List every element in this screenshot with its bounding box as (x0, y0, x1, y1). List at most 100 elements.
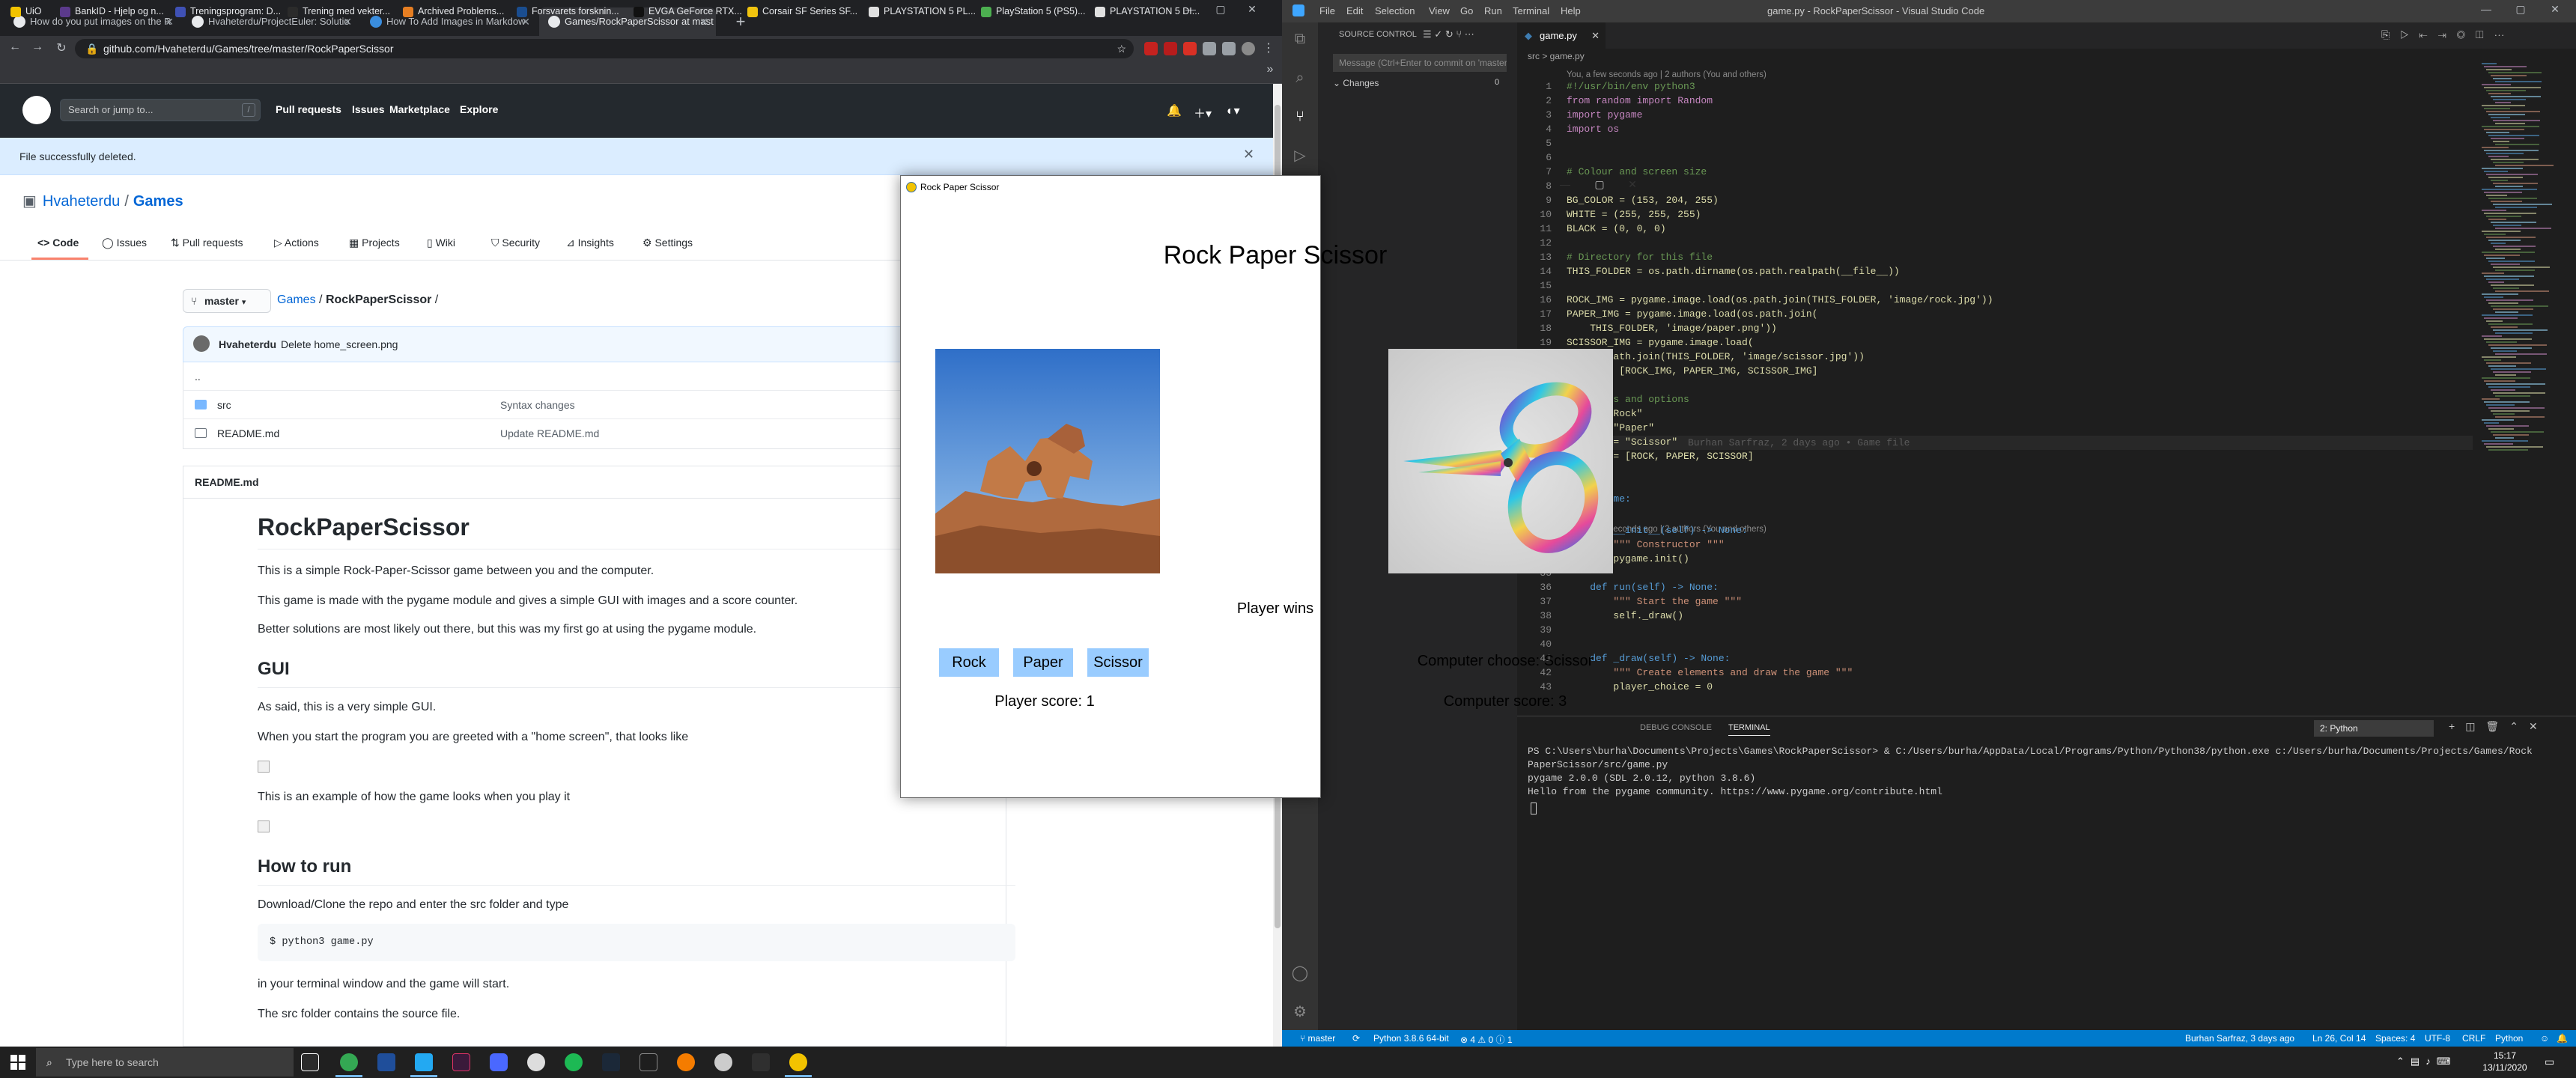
close-window-icon[interactable]: ✕ (1237, 3, 1267, 16)
minimize-icon[interactable]: — (1550, 178, 1580, 190)
menu-terminal[interactable]: Terminal (1513, 5, 1549, 16)
bookmark-item[interactable]: Treningsprogram: D... (175, 6, 281, 17)
spotify-taskbar-icon[interactable] (565, 1053, 583, 1071)
changes-section[interactable]: ⌄ Changes (1333, 78, 1379, 88)
run-icon[interactable]: ▷ (2400, 28, 2419, 40)
account-icon[interactable]: ◯ (1291, 964, 1309, 982)
commit-message[interactable]: Delete home_screen.png (281, 338, 398, 350)
avatar[interactable] (193, 335, 210, 352)
tab-pull-requests[interactable]: ⇅ Pull requests (171, 237, 243, 249)
status-position[interactable]: Ln 26, Col 14 (2312, 1033, 2366, 1044)
paper-button[interactable]: Paper (1013, 648, 1073, 677)
network-icon[interactable]: ▤ (2411, 1056, 2425, 1067)
rock-button[interactable]: Rock (939, 648, 999, 677)
table-row[interactable]: README.md Update README.md (183, 419, 1006, 448)
feedback-icon[interactable]: ☺ (2540, 1033, 2549, 1044)
bookmark-star-icon[interactable]: ☆ (1117, 39, 1126, 58)
address-bar[interactable]: 🔒 github.com/Hvaheterdu/Games/tree/master… (75, 39, 1134, 58)
notifications-bell-icon[interactable]: 🔔 (2557, 1033, 2568, 1044)
taskbar-clock[interactable]: 15:17 13/11/2020 (2479, 1050, 2531, 1074)
file-name[interactable]: README.md (217, 427, 279, 439)
powershell-taskbar-icon[interactable] (377, 1053, 395, 1071)
close-tab-icon[interactable]: ✕ (1591, 22, 1600, 49)
bookmark-item[interactable]: PLAYSTATION 5 PL... (869, 6, 976, 17)
discord-taskbar-icon[interactable] (490, 1053, 508, 1071)
task-view-icon[interactable] (301, 1053, 319, 1071)
adblock-icon[interactable] (1164, 42, 1177, 55)
app-taskbar-icon[interactable] (752, 1053, 770, 1071)
tab-code[interactable]: <> Code (37, 237, 79, 249)
nav-marketplace[interactable]: Marketplace (389, 103, 450, 115)
nav-issues[interactable]: Issues (352, 103, 385, 115)
tab-projects[interactable]: ▦ Projects (349, 237, 400, 249)
tab-security[interactable]: ⛉ Security (491, 237, 540, 249)
tab-issues[interactable]: ◯ Issues (102, 237, 147, 249)
tab-insights[interactable]: ⊿ Insights (566, 237, 614, 249)
app-taskbar-icon[interactable] (714, 1053, 732, 1071)
bookmark-item[interactable]: EVGA GeForce RTX... (634, 6, 742, 17)
bookmark-item[interactable]: Trening med vekter... (288, 6, 390, 17)
file-name[interactable]: src (217, 399, 231, 411)
chrome-taskbar-icon[interactable] (340, 1053, 358, 1071)
git-icon[interactable]: ◎ (2457, 28, 2476, 40)
close-window-icon[interactable]: ✕ (1617, 178, 1647, 191)
profile-avatar-icon[interactable] (1242, 42, 1255, 55)
github-logo-icon[interactable] (22, 96, 51, 124)
tab-terminal[interactable]: TERMINAL (1728, 723, 1770, 736)
refresh-icon[interactable]: ↻ (1445, 28, 1453, 40)
menu-file[interactable]: File (1319, 5, 1335, 16)
pygame-taskbar-icon[interactable] (789, 1053, 807, 1071)
bookmark-item[interactable]: Corsair SF Series SF... (747, 6, 857, 17)
back-icon[interactable]: ← (7, 40, 22, 54)
maximize-icon[interactable]: ▢ (1206, 3, 1236, 16)
table-row[interactable]: src Syntax changes (183, 391, 1006, 419)
tab-debug-console[interactable]: DEBUG CONSOLE (1640, 723, 1712, 732)
bookmark-item[interactable]: PlayStation 5 (PS5)... (981, 6, 1086, 17)
split-editor-icon[interactable]: ◫ (2476, 28, 2494, 40)
minimap[interactable] (2479, 63, 2569, 482)
repo-name-link[interactable]: Games (133, 193, 183, 210)
chevron-up-icon[interactable]: ⌃ (2509, 720, 2529, 732)
user-avatar-icon[interactable]: ◐▾ (1227, 103, 1240, 118)
extension-icon[interactable] (1144, 42, 1158, 55)
status-encoding[interactable]: UTF-8 (2425, 1033, 2450, 1044)
tab-settings[interactable]: ⚙ Settings (643, 237, 693, 249)
windows-start-icon[interactable] (10, 1055, 25, 1070)
sync-icon[interactable]: ⟳ (1352, 1033, 1360, 1044)
forward-icon[interactable]: → (30, 40, 45, 54)
menu-edit[interactable]: Edit (1346, 5, 1363, 16)
menu-help[interactable]: Help (1561, 5, 1581, 16)
branch-select[interactable]: ⑂ master ▾ (183, 289, 271, 313)
trash-icon[interactable]: 🗑 (2485, 720, 2509, 732)
notification-center-icon[interactable]: ▭ (2545, 1056, 2554, 1068)
maximize-icon[interactable]: ▢ (2506, 3, 2536, 16)
compare-icon[interactable]: ⎘ (2381, 28, 2400, 40)
volume-icon[interactable]: ♪ (2425, 1056, 2437, 1067)
list-view-icon[interactable]: ☰ (1423, 28, 1432, 40)
source-control-icon[interactable]: ⑂ (1291, 108, 1309, 126)
minimize-icon[interactable]: — (2471, 3, 2501, 15)
search-icon[interactable]: ⌕ (1291, 69, 1309, 87)
extension-icon[interactable] (1183, 42, 1197, 55)
status-blame[interactable]: Burhan Sarfraz, 3 days ago (2185, 1033, 2294, 1044)
explorer-icon[interactable]: ⧉ (1291, 30, 1309, 48)
create-new-icon[interactable]: ＋▾ (1194, 103, 1212, 121)
file-commit-message[interactable]: Update README.md (500, 427, 599, 439)
close-icon[interactable]: ✕ (2529, 720, 2548, 732)
notifications-bell-icon[interactable]: 🔔 (1167, 103, 1182, 118)
status-problems[interactable]: ⊗ 4 ⚠ 0 ⓘ 1 (1460, 1033, 1513, 1046)
bookmark-item[interactable]: Forsvarets forsknin... (517, 6, 619, 17)
status-branch[interactable]: ⑂ master (1300, 1033, 1335, 1044)
file-commit-message[interactable]: Syntax changes (500, 399, 575, 411)
bookmark-item[interactable]: Archived Problems... (403, 6, 504, 17)
nav-pull-requests[interactable]: Pull requests (276, 103, 341, 115)
gear-icon[interactable]: ⚙ (1291, 1003, 1309, 1021)
app-taskbar-icon[interactable] (452, 1053, 470, 1071)
app-taskbar-icon[interactable] (640, 1053, 657, 1071)
menu-run[interactable]: Run (1484, 5, 1502, 16)
chevron-up-icon[interactable]: ⌃ (2396, 1056, 2411, 1067)
more-icon[interactable]: ⋯ (2494, 28, 2515, 40)
status-eol[interactable]: CRLF (2462, 1033, 2485, 1044)
more-bookmarks-icon[interactable]: » (1263, 63, 1278, 76)
menu-go[interactable]: Go (1460, 5, 1473, 16)
